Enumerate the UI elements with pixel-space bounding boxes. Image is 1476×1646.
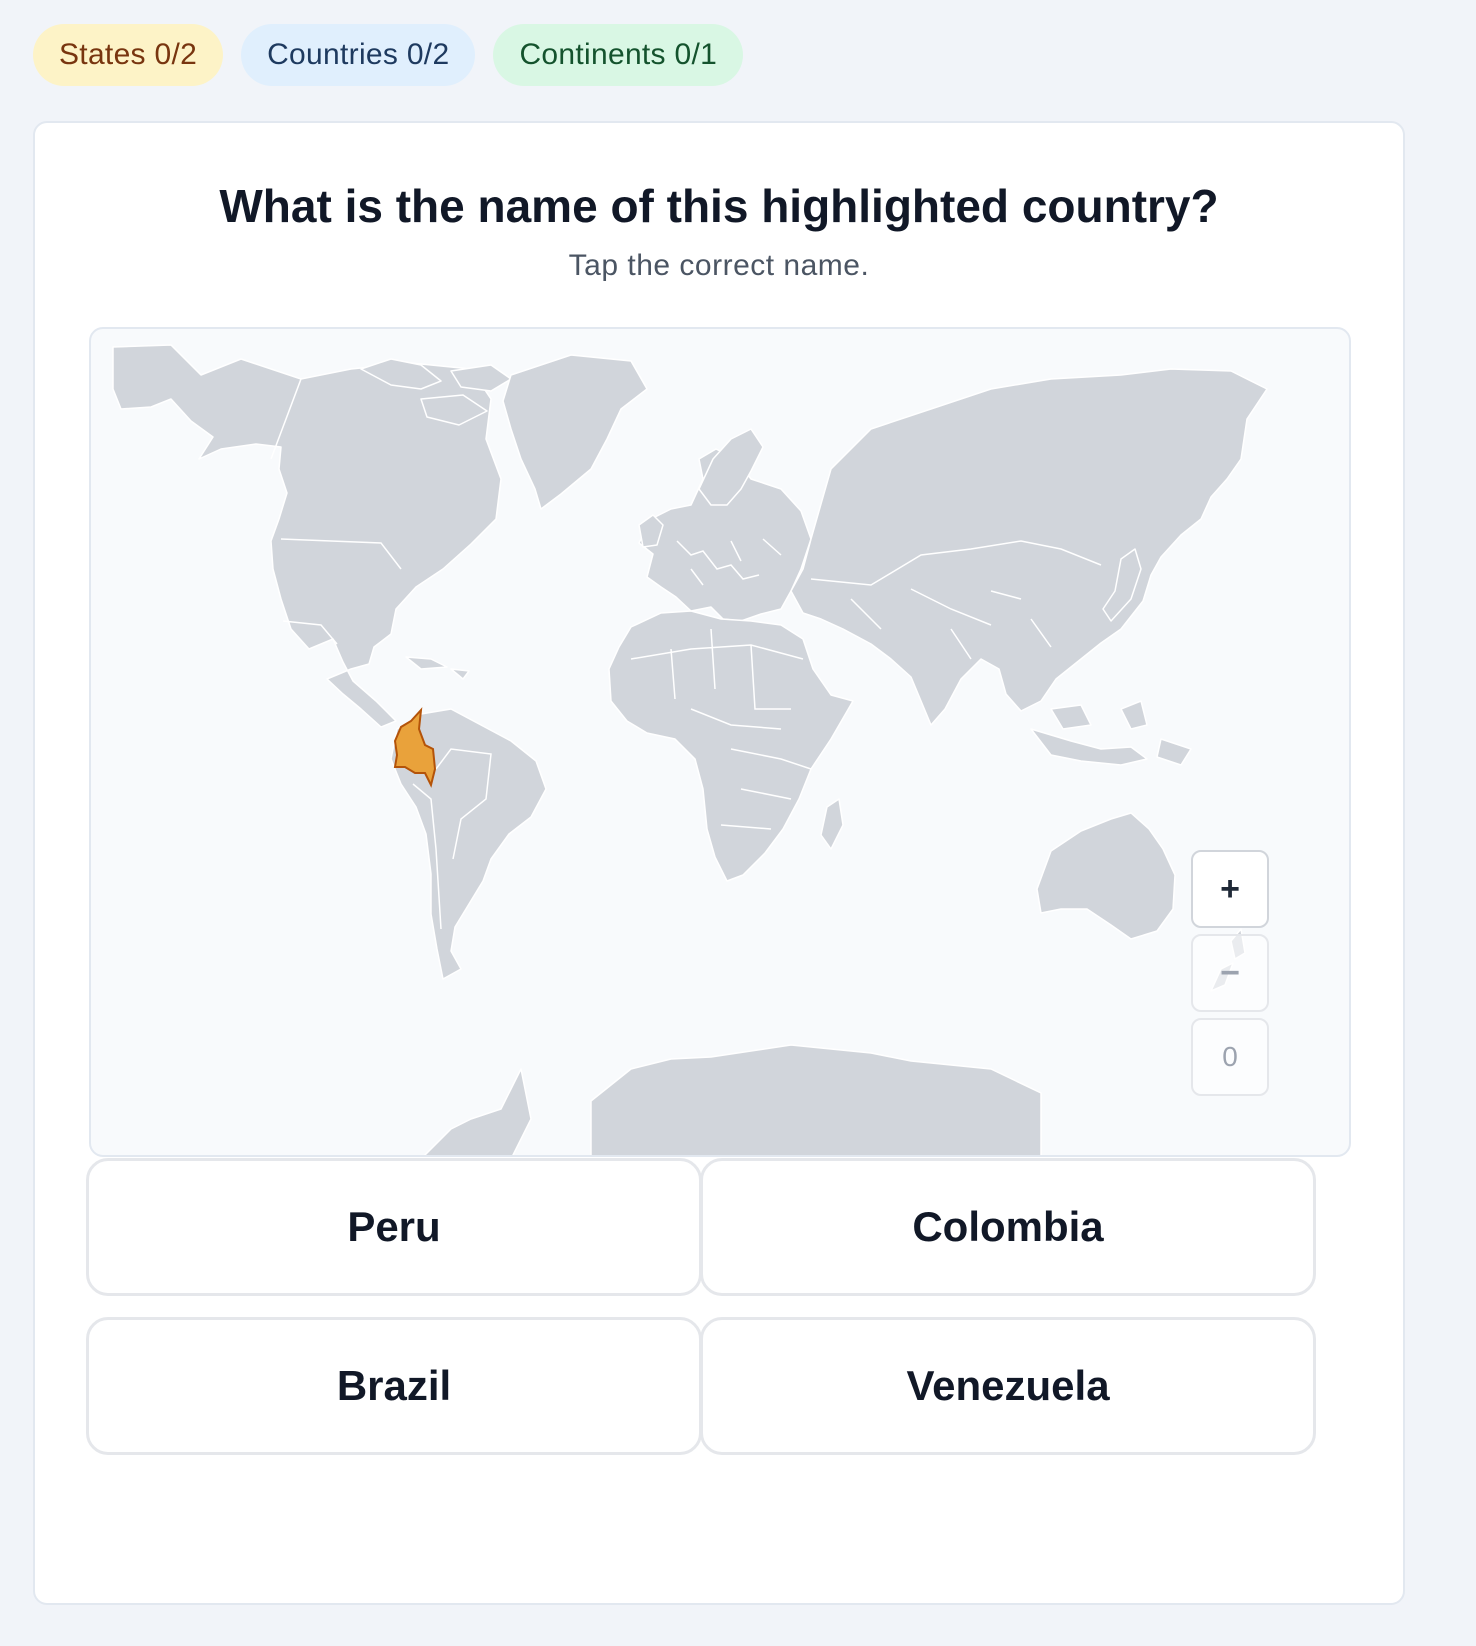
answer-option-colombia[interactable]: Colombia [700, 1158, 1316, 1296]
answer-option-brazil[interactable]: Brazil [86, 1317, 702, 1455]
asia-landmass [790, 368, 1268, 726]
zoom-out-button[interactable]: − [1191, 934, 1269, 1012]
world-map-svg[interactable] [91, 329, 1351, 1157]
answer-option-venezuela[interactable]: Venezuela [700, 1317, 1316, 1455]
quiz-card: What is the name of this highlighted cou… [33, 121, 1405, 1605]
question-hint: Tap the correct name. [568, 249, 870, 282]
madagascar-landmass [820, 798, 844, 850]
indonesia-islands [1030, 700, 1192, 766]
caribbean-islands [405, 656, 470, 680]
states-progress-badge: States 0/2 [33, 24, 224, 86]
countries-progress-badge: Countries 0/2 [241, 24, 476, 86]
greenland-landmass [502, 354, 648, 510]
question-title: What is the name of this highlighted cou… [219, 180, 1219, 232]
australia-landmass [1036, 812, 1176, 940]
answer-option-peru[interactable]: Peru [86, 1158, 702, 1296]
progress-badges: States 0/2 Countries 0/2 Continents 0/1 [33, 24, 744, 86]
world-map[interactable]: + − 0 [89, 327, 1351, 1157]
africa-landmass [608, 610, 854, 882]
zoom-in-button[interactable]: + [1191, 850, 1269, 928]
zoom-level-indicator: 0 [1191, 1018, 1269, 1096]
continents-progress-badge: Continents 0/1 [493, 24, 744, 86]
antarctica-landmass [423, 1044, 1042, 1155]
